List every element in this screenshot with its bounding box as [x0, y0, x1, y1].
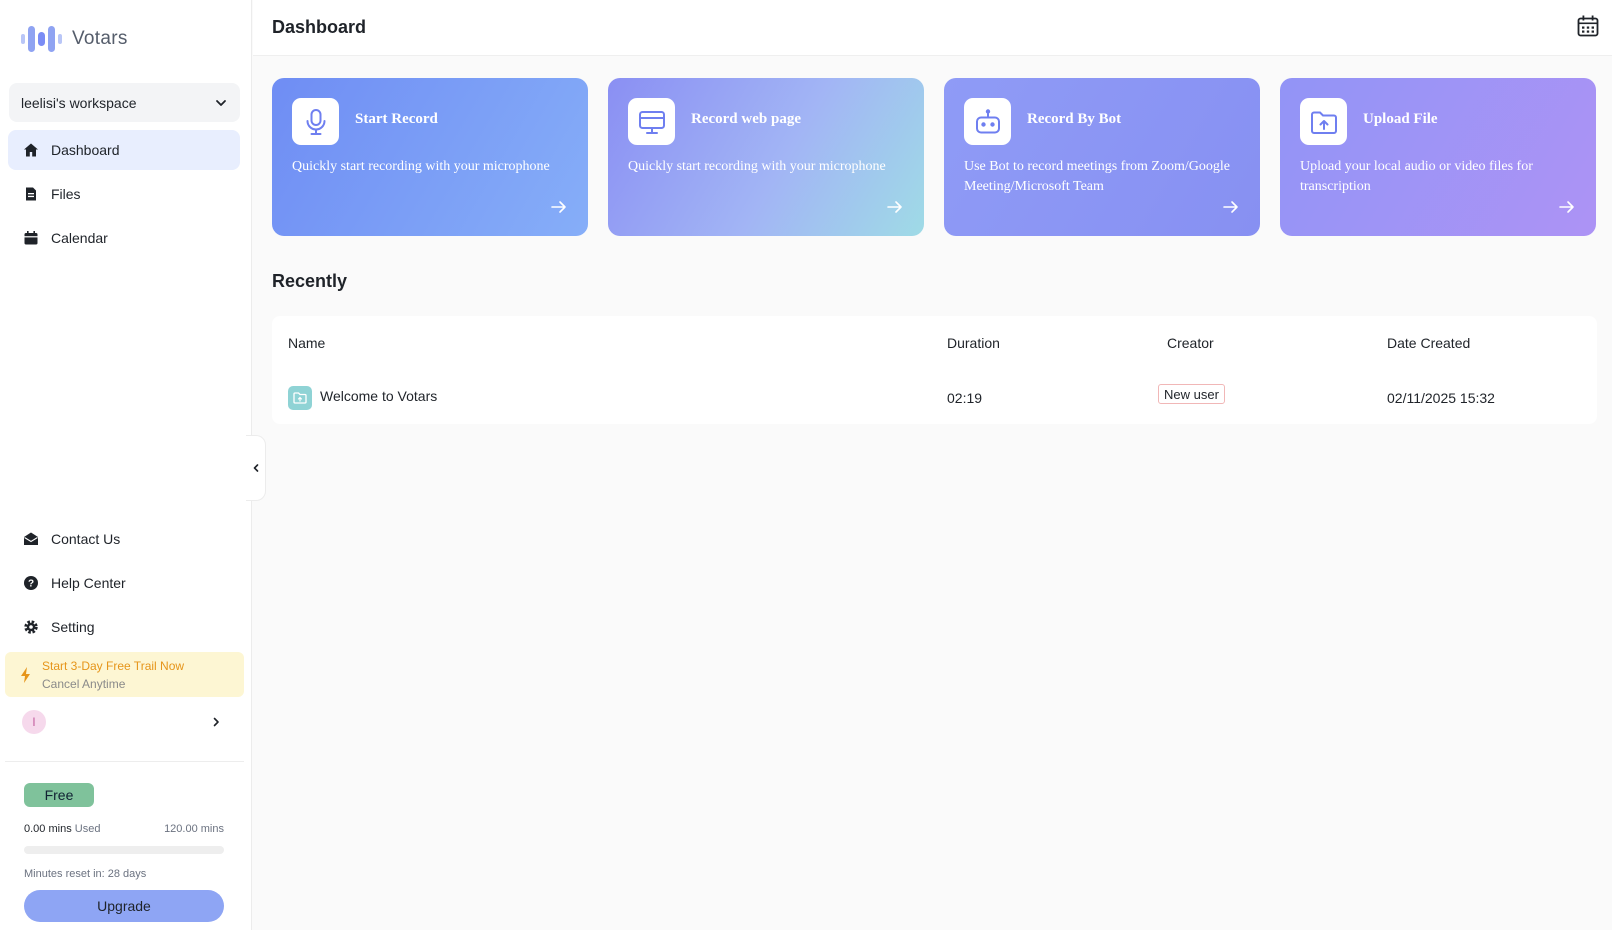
- arrow-right-icon: [887, 201, 902, 213]
- column-header-creator[interactable]: Creator: [1167, 335, 1214, 351]
- lightning-icon: [21, 666, 30, 683]
- upgrade-button[interactable]: Upgrade: [24, 890, 224, 922]
- creator-tag: New user: [1158, 384, 1225, 404]
- card-icon-box: [628, 98, 675, 145]
- file-name-link[interactable]: Welcome to Votars: [320, 388, 437, 404]
- sidebar-item-label: Contact Us: [51, 531, 121, 547]
- avatar: l: [22, 710, 46, 734]
- page-title: Dashboard: [272, 17, 367, 37]
- sidebar-item-label: Files: [51, 186, 81, 202]
- arrow-right-icon: [1559, 201, 1574, 213]
- home-icon: [24, 143, 38, 157]
- svg-text:?: ?: [28, 579, 34, 590]
- folder-upload-icon: [1310, 111, 1337, 134]
- card-title: Record By Bot: [1027, 111, 1122, 127]
- card-icon-box: [1300, 98, 1347, 145]
- arrow-right-icon: [1223, 201, 1238, 213]
- minutes-reset-text: Minutes reset in: 28 days: [24, 868, 147, 880]
- sidebar-item-label: Dashboard: [51, 142, 120, 158]
- votars-logo-icon: [21, 26, 62, 52]
- upload-file-card[interactable]: Upload File Upload your local audio or v…: [1280, 78, 1596, 236]
- app-logo[interactable]: Votars: [20, 22, 128, 56]
- usage-used: 0.00 mins Used: [24, 823, 100, 835]
- calendar-button[interactable]: [1576, 14, 1600, 38]
- card-description: Upload your local audio or video files f…: [1300, 159, 1533, 194]
- gear-icon: [24, 620, 38, 634]
- workspace-selector[interactable]: leelisi's workspace: [9, 83, 240, 122]
- folder-file-icon: [288, 386, 312, 410]
- card-icon-box: [292, 98, 339, 145]
- usage-info: 0.00 mins Used 120.00 mins: [24, 823, 224, 835]
- usage-used-suffix: Used: [74, 823, 101, 835]
- sidebar-item-setting[interactable]: Setting: [8, 607, 240, 647]
- plan-badge: Free: [24, 783, 94, 807]
- calendar-icon: [24, 231, 38, 245]
- column-header-date-created[interactable]: Date Created: [1387, 335, 1470, 351]
- free-trial-banner[interactable]: Start 3-Day Free Trail Now Cancel Anytim…: [5, 652, 244, 697]
- file-icon: [26, 187, 36, 201]
- sidebar-item-label: Help Center: [51, 575, 126, 591]
- sidebar-item-dashboard[interactable]: Dashboard: [8, 130, 240, 170]
- recent-files-table: Name Duration Creator Date Created Welco…: [272, 316, 1597, 424]
- sidebar-item-label: Setting: [51, 619, 95, 635]
- recently-title: Recently: [272, 271, 348, 291]
- chevron-right-icon: [213, 717, 219, 727]
- usage-total: 120.00 mins: [164, 823, 224, 835]
- chevron-down-icon: [216, 99, 226, 106]
- usage-progress-bar: [24, 846, 224, 854]
- calendar-grid-icon: [1577, 15, 1599, 37]
- card-icon-box: [964, 98, 1011, 145]
- robot-icon: [975, 108, 1000, 133]
- card-description: Use Bot to record meetings from Zoom/Goo…: [964, 159, 1230, 194]
- card-description: Quickly start recording with your microp…: [628, 159, 886, 174]
- card-title: Upload File: [1363, 111, 1438, 127]
- sidebar-item-calendar[interactable]: Calendar: [8, 218, 240, 258]
- record-web-page-card[interactable]: Record web page Quickly start recording …: [608, 78, 924, 236]
- column-header-name[interactable]: Name: [288, 335, 325, 351]
- column-header-duration[interactable]: Duration: [947, 335, 1000, 351]
- trial-subtitle: Cancel Anytime: [42, 676, 126, 691]
- file-duration: 02:19: [947, 390, 983, 406]
- help-icon: ?: [24, 576, 38, 590]
- collapse-sidebar-button[interactable]: [246, 435, 266, 501]
- sidebar-item-contact-us[interactable]: Contact Us: [8, 519, 240, 559]
- workspace-name: leelisi's workspace: [21, 94, 137, 111]
- trial-text: Start 3-Day Free Trail Now Cancel Anytim…: [42, 657, 184, 693]
- sidebar-item-files[interactable]: Files: [8, 174, 240, 214]
- record-by-bot-card[interactable]: Record By Bot Use Bot to record meetings…: [944, 78, 1260, 236]
- chevron-left-icon: [253, 464, 258, 472]
- folder-icon: [293, 392, 307, 404]
- profile-menu[interactable]: l: [22, 710, 222, 734]
- start-record-card[interactable]: Start Record Quickly start recording wit…: [272, 78, 588, 236]
- envelope-icon: [24, 532, 38, 545]
- card-description: Quickly start recording with your microp…: [292, 159, 550, 174]
- monitor-icon: [638, 110, 665, 134]
- card-title: Start Record: [355, 111, 438, 127]
- top-bar: Dashboard: [253, 0, 1612, 56]
- card-title: Record web page: [691, 111, 801, 127]
- sidebar-item-label: Calendar: [51, 230, 108, 246]
- app-name: Votars: [72, 28, 128, 49]
- microphone-icon: [306, 108, 325, 135]
- usage-used-value: 0.00 mins: [24, 823, 72, 835]
- trial-title: Start 3-Day Free Trail Now: [42, 658, 185, 673]
- arrow-right-icon: [551, 201, 566, 213]
- sidebar: Votars leelisi's workspace Dashboard Fil…: [0, 0, 252, 930]
- sidebar-item-help-center[interactable]: ? Help Center: [8, 563, 240, 603]
- divider: [5, 761, 244, 762]
- file-date-created: 02/11/2025 15:32: [1387, 390, 1495, 406]
